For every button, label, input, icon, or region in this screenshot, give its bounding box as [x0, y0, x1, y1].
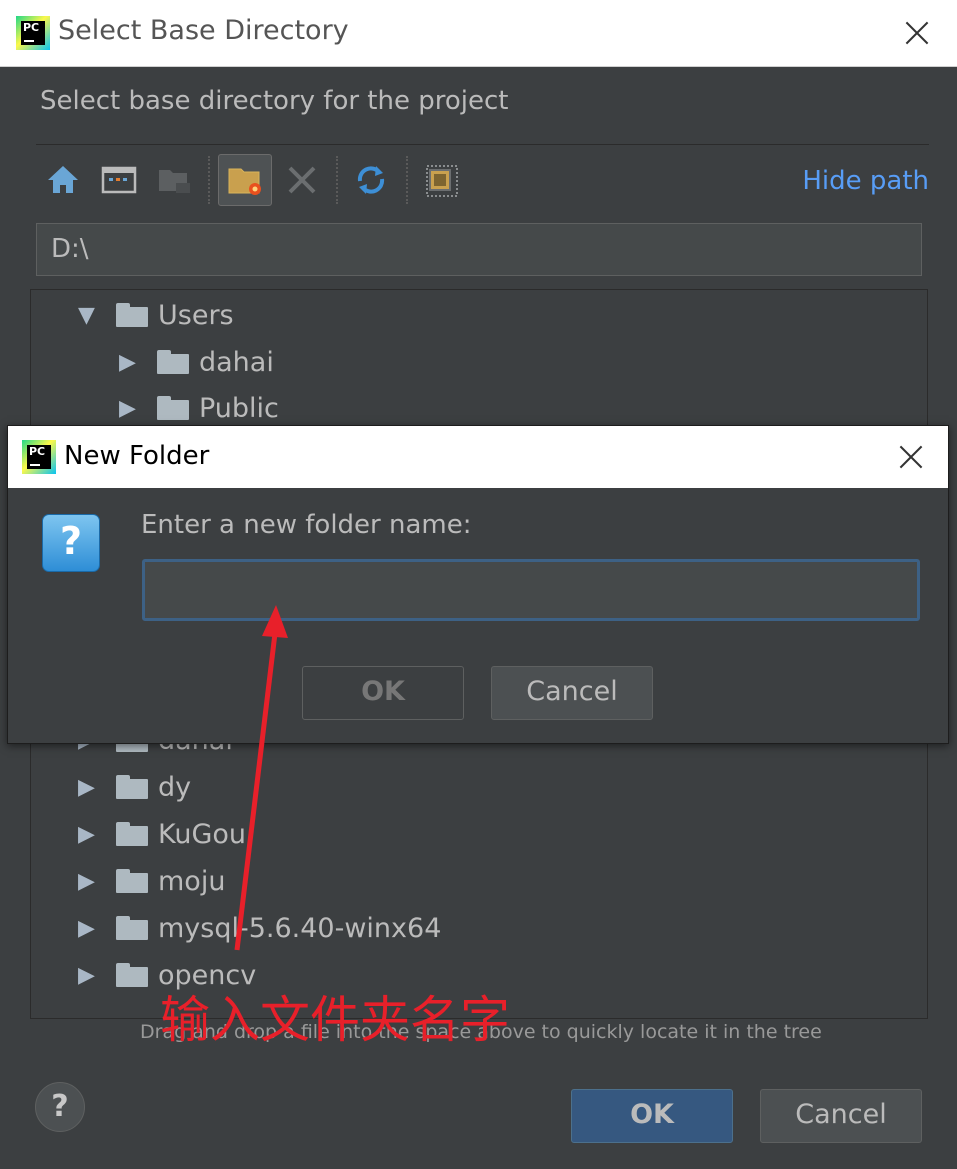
annotation-text: 输入文件夹名字 — [160, 991, 510, 1049]
